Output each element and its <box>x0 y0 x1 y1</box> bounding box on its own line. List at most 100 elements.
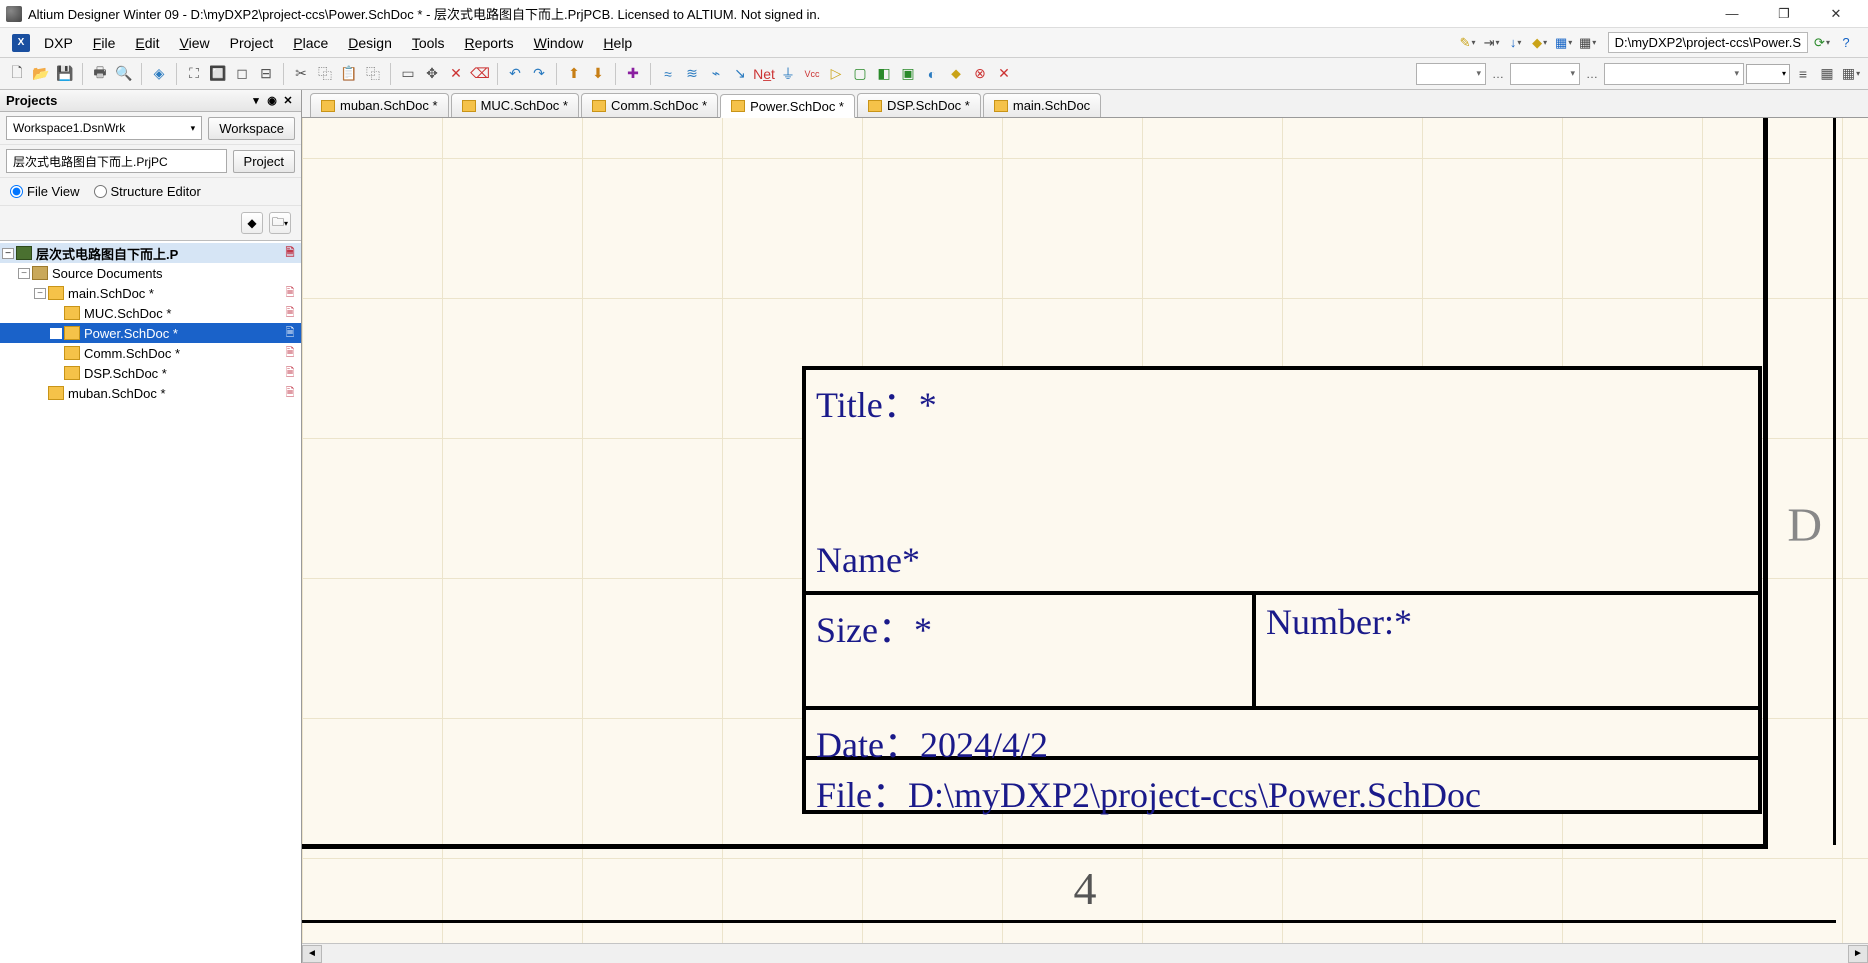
schematic-canvas[interactable]: D 4 Title：* Name* Size：* Number:* Date：2… <box>302 118 1868 963</box>
tool-square-icon[interactable]: ▦▾ <box>1554 33 1574 53</box>
clear-icon[interactable]: ⌫ <box>469 63 491 85</box>
tool-align-icon[interactable]: ⇥▾ <box>1482 33 1502 53</box>
menu-design[interactable]: Design <box>338 31 402 55</box>
project-combo[interactable]: 层次式电路图自下而上.PrjPC <box>6 149 227 173</box>
bus-icon[interactable]: ≋ <box>681 63 703 85</box>
tree-item-power[interactable]: Power.SchDoc * 🗎 <box>0 323 301 343</box>
paste-icon[interactable]: 📋 <box>338 63 360 85</box>
tab-dsp[interactable]: DSP.SchDoc * <box>857 93 981 117</box>
menu-file[interactable]: File <box>83 31 126 55</box>
grid-icon-right[interactable]: ▦ <box>1816 63 1838 85</box>
vcc-power-icon[interactable]: Vcc <box>801 63 823 85</box>
new-file-icon[interactable]: 🗋 <box>6 63 28 85</box>
zoom-area-icon[interactable]: 🔲 <box>207 63 229 85</box>
tab-muban[interactable]: muban.SchDoc * <box>310 93 449 117</box>
workspace-button[interactable]: Workspace <box>208 117 295 140</box>
structure-editor-radio[interactable]: Structure Editor <box>94 184 201 199</box>
tree-item-muc[interactable]: MUC.SchDoc * 🗎 <box>0 303 301 323</box>
panel-mini-icon-2[interactable]: 🗀▾ <box>269 212 291 234</box>
minimize-button[interactable]: — <box>1714 4 1750 24</box>
panel-dropdown-icon[interactable]: ▾ <box>249 94 263 108</box>
print-icon[interactable]: 🖶 <box>89 63 111 85</box>
gnd-power-icon[interactable]: ⏚ <box>777 63 799 85</box>
menu-place[interactable]: Place <box>283 31 338 55</box>
combo-1[interactable]: ▾ <box>1416 63 1486 85</box>
hierarchy-up-icon[interactable]: ⬆ <box>563 63 585 85</box>
zoom-out-icon[interactable]: ⊟ <box>255 63 277 85</box>
delete-icon[interactable]: ✕ <box>993 63 1015 85</box>
combo-3[interactable]: ▾ <box>1604 63 1744 85</box>
open-file-icon[interactable]: 📂 <box>30 63 52 85</box>
sheet-entry-icon[interactable]: ◧ <box>873 63 895 85</box>
menu-window[interactable]: Window <box>524 31 594 55</box>
close-button[interactable]: ✕ <box>1818 4 1854 24</box>
duplicate-icon[interactable]: ⿻ <box>362 63 384 85</box>
grid-dd-icon[interactable]: ▦▾ <box>1840 63 1862 85</box>
tree-project-root[interactable]: −层次式电路图自下而上.P 🗎 <box>0 243 301 263</box>
scroll-right-icon[interactable]: ► <box>1848 945 1868 963</box>
tab-main[interactable]: main.SchDoc <box>983 93 1101 117</box>
address-bar[interactable]: D:\myDXP2\project-ccs\Power.S <box>1608 32 1808 53</box>
tab-comm[interactable]: Comm.SchDoc * <box>581 93 718 117</box>
menu-tools[interactable]: Tools <box>402 31 455 55</box>
tree-source-documents[interactable]: −Source Documents <box>0 263 301 283</box>
file-view-radio[interactable]: File View <box>10 184 80 199</box>
save-icon[interactable]: 💾 <box>54 63 76 85</box>
zoom-sel-icon[interactable]: ◻ <box>231 63 253 85</box>
print-preview-icon[interactable]: 🔍 <box>113 63 135 85</box>
panel-mini-icon-1[interactable]: ◆ <box>241 212 263 234</box>
tool-diamond-icon[interactable]: ◆▾ <box>1530 33 1550 53</box>
move-icon[interactable]: ✥ <box>421 63 443 85</box>
panel-close-icon[interactable]: ✕ <box>281 94 295 108</box>
combo-4[interactable]: ▾ <box>1746 64 1790 84</box>
bus-entry-icon[interactable]: ↘ <box>729 63 751 85</box>
tool-3d-icon[interactable]: ◈ <box>148 63 170 85</box>
deselect-icon[interactable]: ✕ <box>445 63 467 85</box>
menu-project[interactable]: Project <box>220 31 284 55</box>
tab-muc[interactable]: MUC.SchDoc * <box>451 93 579 117</box>
net-label-icon[interactable]: Ne̲t <box>753 63 775 85</box>
horizontal-scrollbar[interactable]: ◄ ► <box>302 943 1868 963</box>
help-icon[interactable]: ? <box>1836 33 1856 53</box>
tab-power[interactable]: Power.SchDoc * <box>720 94 855 118</box>
copy-icon[interactable]: ⿻ <box>314 63 336 85</box>
scroll-left-icon[interactable]: ◄ <box>302 945 322 963</box>
hierarchy-down-icon[interactable]: ⬇ <box>587 63 609 85</box>
no-erc-icon[interactable]: ⊗ <box>969 63 991 85</box>
modified-icon: 🗎 <box>283 386 297 400</box>
sheet-symbol-icon[interactable]: ▢ <box>849 63 871 85</box>
redo-icon[interactable]: ↷ <box>528 63 550 85</box>
menu-dxp[interactable]: DXP <box>34 31 83 55</box>
maximize-button[interactable]: ❐ <box>1766 4 1802 24</box>
menu-view[interactable]: View <box>170 31 220 55</box>
undo-icon[interactable]: ↶ <box>504 63 526 85</box>
tree-item-comm[interactable]: Comm.SchDoc * 🗎 <box>0 343 301 363</box>
cross-probe-icon[interactable]: ✚ <box>622 63 644 85</box>
panel-pin-icon[interactable]: ◉ <box>265 94 279 108</box>
menu-edit[interactable]: Edit <box>125 31 169 55</box>
port-icon[interactable]: ⬥ <box>945 63 967 85</box>
select-rect-icon[interactable]: ▭ <box>397 63 419 85</box>
part-icon[interactable]: ▷ <box>825 63 847 85</box>
tree-item-dsp[interactable]: DSP.SchDoc * 🗎 <box>0 363 301 383</box>
signal-harness-icon[interactable]: ⌁ <box>705 63 727 85</box>
tree-item-main[interactable]: −main.SchDoc * 🗎 <box>0 283 301 303</box>
harness-conn-icon[interactable]: ◐ <box>921 63 943 85</box>
tool-pencil-icon[interactable]: ✎▾ <box>1458 33 1478 53</box>
tool-grid-icon[interactable]: ▦▾ <box>1578 33 1598 53</box>
workspace-combo[interactable]: Workspace1.DsnWrk▾ <box>6 116 202 140</box>
tool-arrow-down-icon[interactable]: ↓▾ <box>1506 33 1526 53</box>
browse-1[interactable]: … <box>1488 67 1508 81</box>
menu-help[interactable]: Help <box>593 31 642 55</box>
browse-2[interactable]: … <box>1582 67 1602 81</box>
project-button[interactable]: Project <box>233 150 295 173</box>
zoom-fit-icon[interactable]: ⛶ <box>183 63 205 85</box>
device-sheet-icon[interactable]: ▣ <box>897 63 919 85</box>
menu-reports[interactable]: Reports <box>455 31 524 55</box>
cut-icon[interactable]: ✂ <box>290 63 312 85</box>
list-icon[interactable]: ≡ <box>1792 63 1814 85</box>
refresh-icon[interactable]: ⟳▾ <box>1812 33 1832 53</box>
wire-icon[interactable]: ≈ <box>657 63 679 85</box>
combo-2[interactable]: ▾ <box>1510 63 1580 85</box>
tree-item-muban[interactable]: muban.SchDoc * 🗎 <box>0 383 301 403</box>
